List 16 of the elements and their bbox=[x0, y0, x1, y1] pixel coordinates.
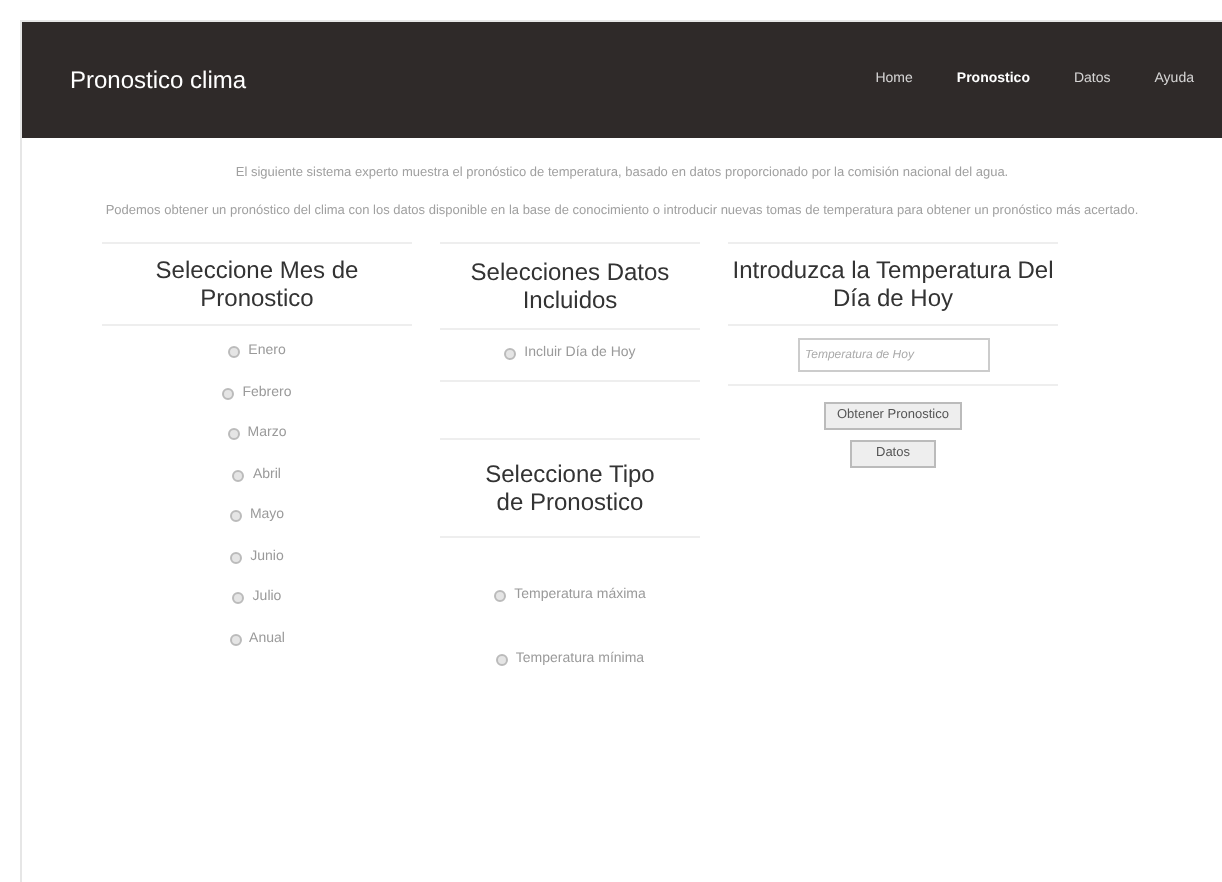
radio-button[interactable] bbox=[229, 510, 242, 523]
radio-button[interactable] bbox=[232, 469, 245, 482]
radio-button[interactable] bbox=[232, 592, 245, 605]
radio-button[interactable] bbox=[222, 387, 235, 400]
radio-button[interactable] bbox=[504, 348, 517, 361]
radio-button[interactable] bbox=[494, 589, 507, 602]
section-heading: Introduzca la Temperatura Del Día de Hoy bbox=[728, 244, 1058, 326]
radio-button[interactable] bbox=[229, 633, 242, 646]
radio-button[interactable] bbox=[230, 551, 243, 564]
site-title: Pronostico clima bbox=[70, 64, 247, 98]
section-heading: Seleccione Tipo de Pronostico bbox=[440, 439, 700, 537]
radio-button[interactable] bbox=[495, 654, 508, 667]
section-heading: Seleccione Mes de Pronostico bbox=[102, 244, 412, 326]
radio-button[interactable] bbox=[228, 346, 241, 359]
section-heading: Selecciones Datos Incluidos bbox=[440, 244, 700, 330]
radio-button[interactable] bbox=[227, 428, 240, 441]
